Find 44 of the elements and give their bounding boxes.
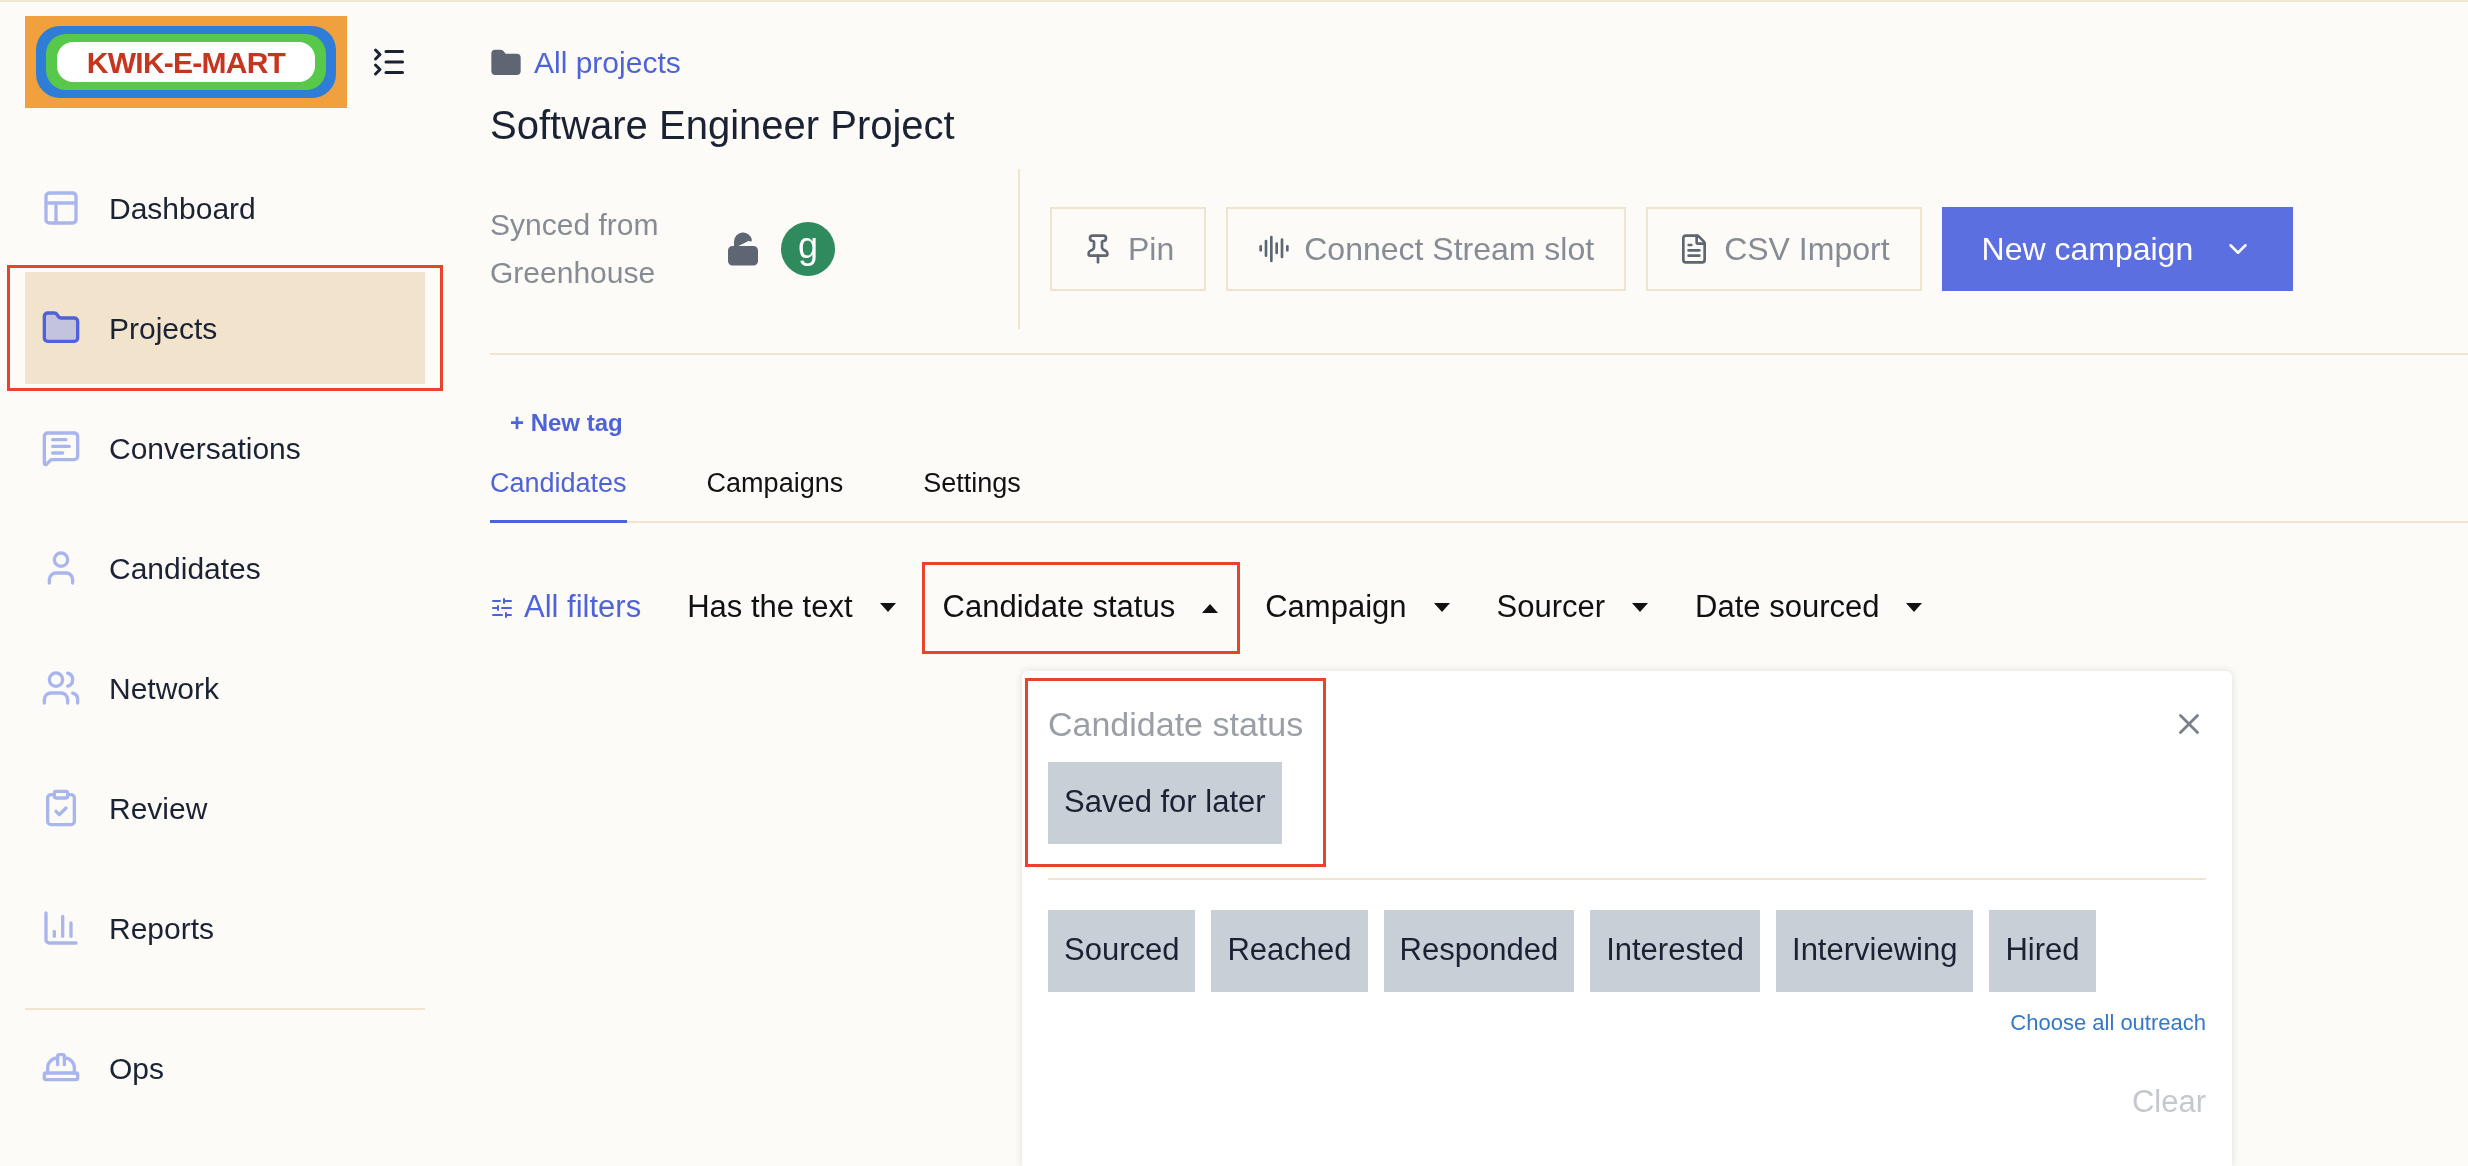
status-chip[interactable]: Reached — [1211, 909, 1368, 992]
status-chip[interactable]: Hired — [1989, 909, 2096, 992]
integration-badge: g — [781, 222, 835, 276]
caret-down-icon — [878, 602, 897, 613]
sliders-icon — [490, 595, 514, 620]
unlocked-icon — [725, 231, 761, 267]
sidebar-item[interactable]: Network — [25, 632, 425, 744]
store-logo: KWIK-E-MART — [25, 16, 347, 108]
choose-all-link[interactable]: Choose all outreach — [2010, 1005, 2206, 1039]
status-chip[interactable]: Sourced — [1048, 909, 1196, 992]
tab[interactable]: Campaigns — [706, 463, 844, 523]
sidebar-item[interactable]: Ops — [25, 1010, 425, 1126]
new-campaign-button[interactable]: New campaign — [1941, 207, 2294, 291]
status-chip[interactable]: Saved for later — [1048, 761, 1282, 844]
project-title: Software Engineer Project — [490, 102, 956, 149]
action-icon — [1258, 233, 1291, 265]
status-chip[interactable]: Interested — [1590, 909, 1760, 992]
sidebar-item[interactable]: Projects — [25, 272, 425, 384]
new-tag-link[interactable]: + New tag — [510, 405, 2468, 441]
sidebar-item[interactable]: Candidates — [25, 512, 425, 624]
tab[interactable]: Candidates — [490, 463, 627, 523]
breadcrumb-link[interactable]: All projects — [534, 40, 681, 85]
nav-icon — [41, 428, 81, 468]
sidebar-item[interactable]: Review — [25, 752, 425, 864]
sidebar-item[interactable]: Reports — [25, 872, 425, 984]
sidebar-item[interactable]: Dashboard — [25, 152, 425, 264]
tab[interactable]: Settings — [923, 463, 1021, 523]
sidebar-item[interactable]: Conversations — [25, 392, 425, 504]
nav-icon — [41, 188, 81, 228]
caret-up-icon — [1201, 602, 1220, 613]
sync-status: Synced from Greenhouse — [490, 207, 660, 291]
status-chip[interactable]: Responded — [1383, 909, 1575, 992]
popup-title: Candidate status — [1048, 703, 1304, 745]
filter-dropdown[interactable]: Sourcer — [1496, 564, 1650, 651]
caret-down-icon — [1905, 602, 1924, 613]
caret-down-icon — [1432, 602, 1451, 613]
filter-dropdown[interactable]: Date sourced — [1695, 564, 1924, 651]
filter-dropdown[interactable]: Has the text — [687, 564, 897, 651]
filter-dropdown[interactable]: Candidate status — [924, 564, 1238, 651]
filter-dropdown[interactable]: Campaign — [1265, 564, 1451, 651]
nav-icon — [41, 668, 81, 708]
all-filters-button[interactable]: All filters — [490, 584, 642, 631]
caret-down-icon — [1631, 602, 1650, 613]
status-chip[interactable]: Interviewing — [1776, 909, 1974, 992]
